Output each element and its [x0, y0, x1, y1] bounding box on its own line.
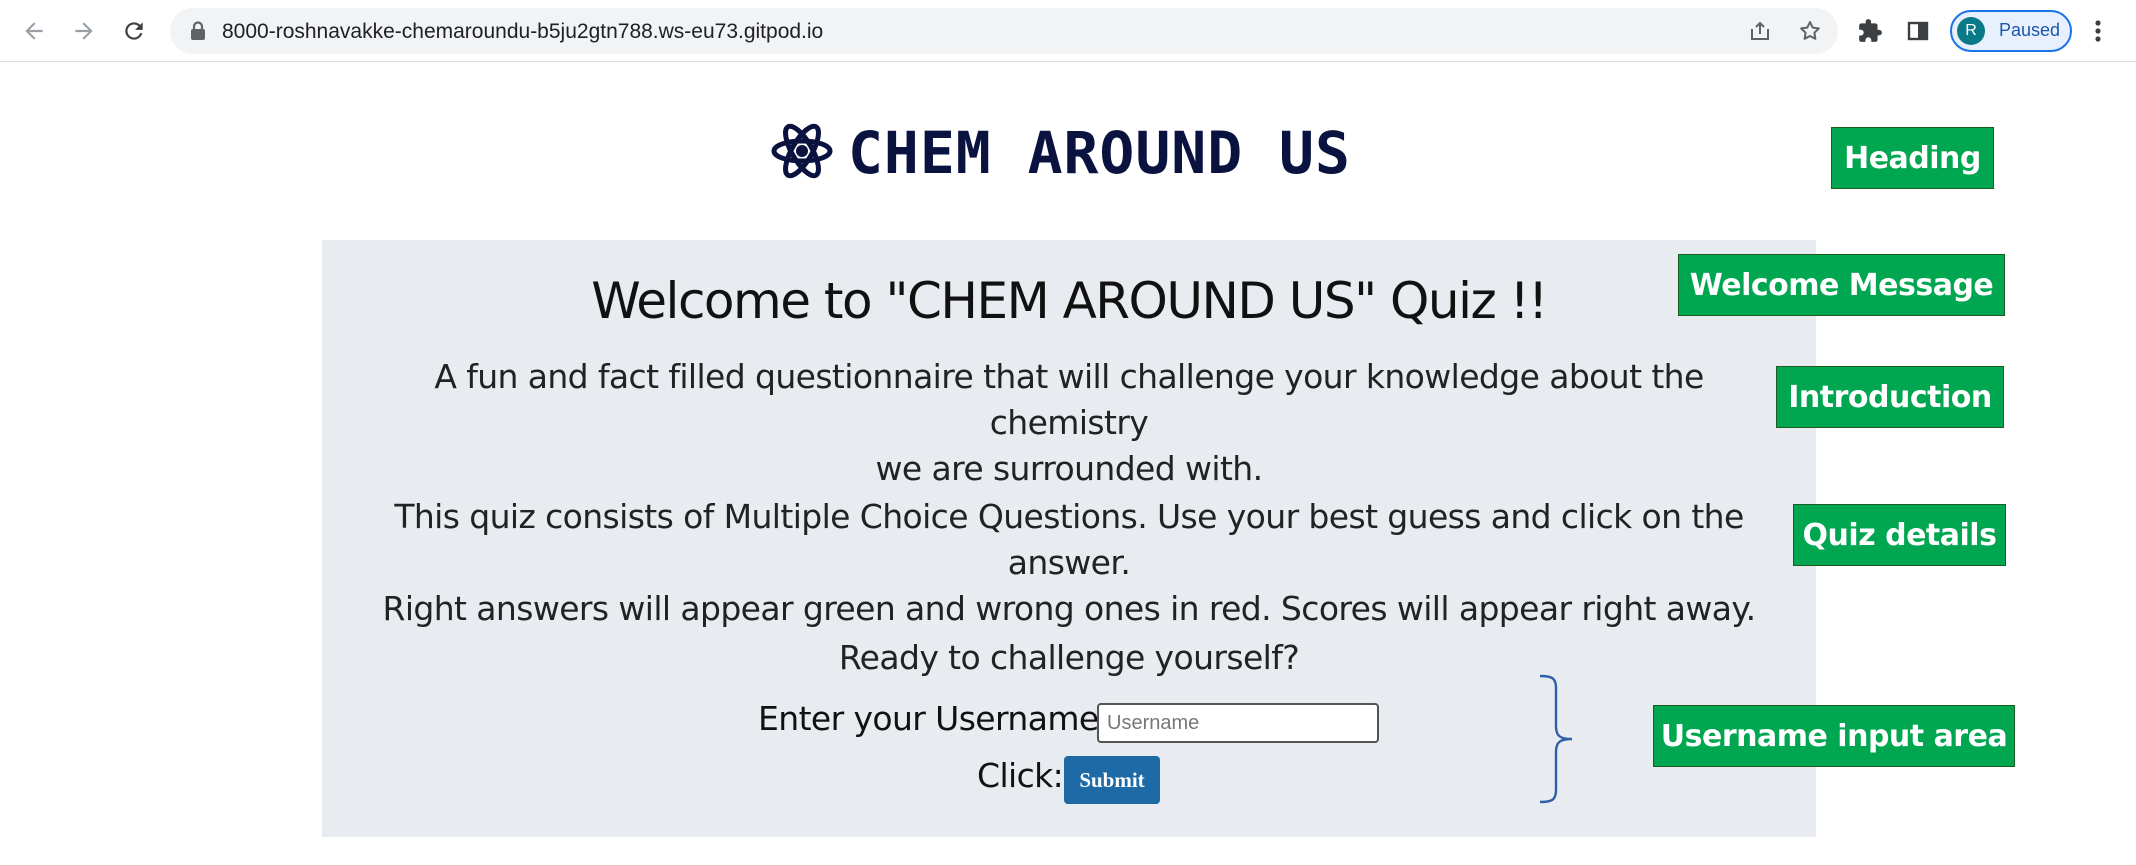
welcome-heading: Welcome to "CHEM AROUND US" Quiz !! — [591, 272, 1548, 330]
avatar: R — [1957, 17, 1985, 45]
quiz-details-text: This quiz consists of Multiple Choice Qu… — [362, 494, 1776, 632]
intro-line: we are surrounded with. — [875, 449, 1264, 488]
forward-arrow-icon[interactable] — [66, 13, 102, 49]
profile-status: Paused — [1999, 20, 2061, 40]
lock-icon — [190, 21, 206, 46]
annotation-welcome: Welcome Message — [1678, 254, 2005, 316]
details-line: This quiz consists of Multiple Choice Qu… — [394, 497, 1744, 582]
details-line: Right answers will appear green and wron… — [382, 589, 1757, 628]
address-bar[interactable]: 8000-roshnavakke-chemaroundu-b5ju2gtn788… — [170, 8, 1838, 54]
quiz-intro-panel: Welcome to "CHEM AROUND US" Quiz !! A fu… — [322, 240, 1816, 837]
browser-toolbar: 8000-roshnavakke-chemaroundu-b5ju2gtn788… — [0, 0, 2136, 62]
submit-button[interactable]: Submit — [1064, 756, 1160, 804]
share-icon[interactable] — [1746, 17, 1774, 45]
brand-title: CHEM AROUND US — [848, 119, 1351, 187]
site-heading: CHEM AROUND US — [770, 118, 1351, 188]
annotation-heading: Heading — [1831, 127, 1994, 189]
introduction-text: A fun and fact filled questionnaire that… — [362, 354, 1776, 492]
curly-brace-icon — [1539, 674, 1573, 804]
intro-line: A fun and fact filled questionnaire that… — [434, 357, 1704, 442]
ready-text: Ready to challenge yourself? — [838, 638, 1300, 677]
annotation-quiz-details: Quiz details — [1793, 504, 2006, 566]
username-label: Enter your Username: — [758, 699, 1110, 738]
star-icon[interactable] — [1796, 17, 1824, 45]
annotation-username-area: Username input area — [1653, 705, 2015, 767]
reload-icon[interactable] — [116, 13, 152, 49]
username-input[interactable] — [1097, 703, 1379, 743]
atom-icon — [770, 119, 834, 188]
back-arrow-icon[interactable] — [16, 13, 52, 49]
kebab-menu-icon[interactable] — [2090, 14, 2106, 53]
side-panel-icon[interactable] — [1900, 13, 1936, 49]
click-label: Click: — [977, 756, 1064, 795]
extensions-icon[interactable] — [1852, 13, 1888, 49]
annotation-introduction: Introduction — [1776, 366, 2004, 428]
url-text: 8000-roshnavakke-chemaroundu-b5ju2gtn788… — [222, 20, 824, 43]
profile-chip[interactable]: R Paused — [1950, 10, 2072, 52]
